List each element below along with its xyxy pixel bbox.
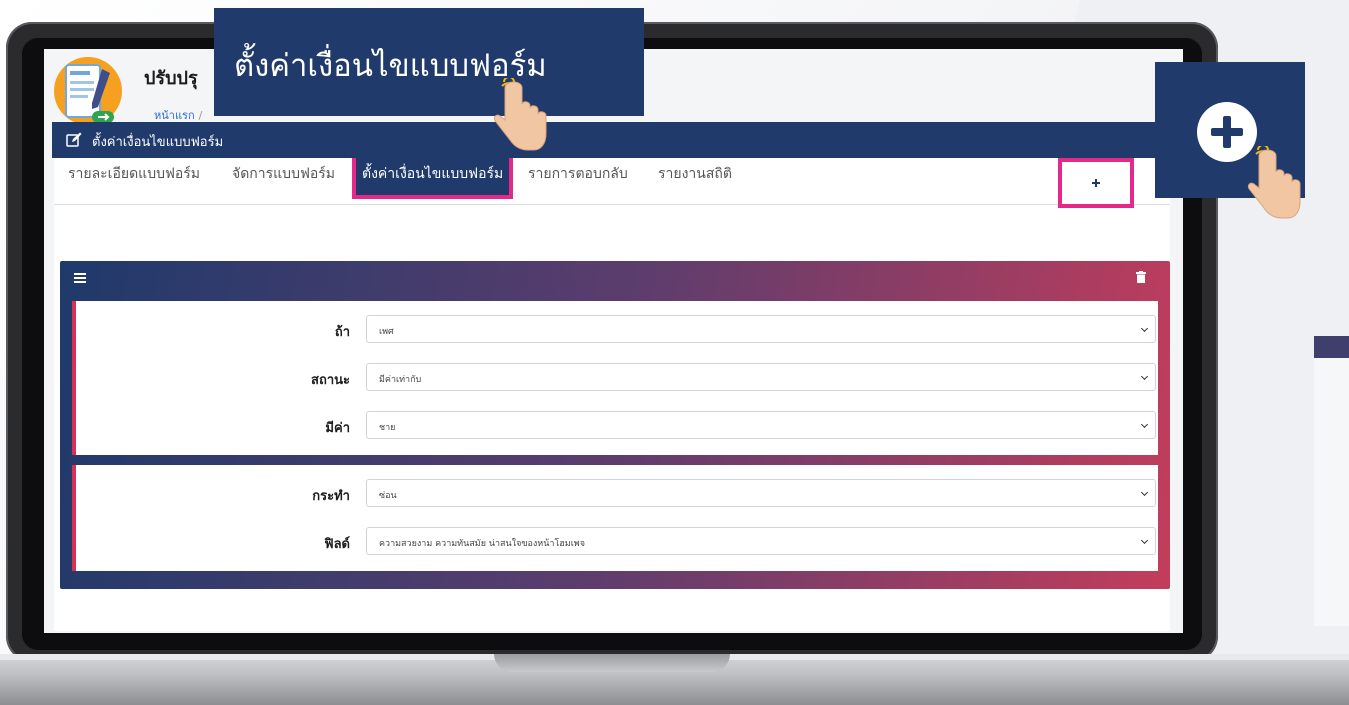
edit-icon (66, 132, 82, 147)
breadcrumb-separator: / (198, 109, 203, 122)
if-field-value: เพศ (379, 327, 394, 337)
laptop-notch (494, 654, 730, 672)
chevron-down-icon (1140, 420, 1149, 429)
field-label: ฟิลด์ (324, 537, 350, 552)
status-value: มีค่าเท่ากับ (379, 375, 422, 385)
value-select[interactable]: ชาย (366, 411, 1156, 439)
tab-responses[interactable]: รายการตอบกลับ (528, 163, 628, 185)
chevron-down-icon (1140, 488, 1149, 497)
background-window-bar (1314, 336, 1349, 358)
page-title: ปรับปรุ (144, 68, 198, 89)
breadcrumb-home-link[interactable]: หน้าแรก (154, 109, 195, 122)
section-title: ตั้งค่าเงื่อนไขแบบฟอร์ม (92, 135, 224, 150)
value-value: ชาย (379, 423, 396, 433)
target-field-select[interactable]: ความสวยงาม ความทันสมัย น่าสนใจของหน้าโฮม… (366, 527, 1156, 555)
conditions-header-bar: ตั้งค่าเงื่อนไขแบบฟอร์ม (52, 122, 1170, 158)
value-label: มีค่า (325, 421, 350, 436)
action-label: กระทำ (312, 489, 350, 504)
app-screen: ปรับปรุ หน้าแรก / รายละเอียดแบบฟอร์ม จัดก… (44, 49, 1183, 633)
chevron-down-icon (1140, 536, 1149, 545)
if-label: ถ้า (334, 325, 350, 340)
form-logo-icon (54, 57, 122, 125)
pointer-hand-icon (493, 78, 547, 151)
condition-panel: ถ้า เพศ สถานะ มีค่าเท่ากับ มีค่า ชาย กระ… (60, 261, 1170, 589)
hamburger-icon[interactable] (74, 273, 86, 283)
trash-icon[interactable] (1136, 271, 1146, 283)
callout-title-zoom: ตั้งค่าเงื่อนไขแบบฟอร์ม (214, 8, 644, 116)
tab-statistics[interactable]: รายงานสถิติ (658, 163, 732, 185)
if-condition-block: ถ้า เพศ สถานะ มีค่าเท่ากับ มีค่า ชาย (72, 301, 1158, 455)
pointer-hand-icon (1247, 146, 1301, 219)
chevron-down-icon (1140, 324, 1149, 333)
target-field-value: ความสวยงาม ความทันสมัย น่าสนใจของหน้าโฮม… (379, 539, 585, 549)
status-select[interactable]: มีค่าเท่ากับ (366, 363, 1156, 391)
tab-manage-form[interactable]: จัดการแบบฟอร์ม (232, 163, 335, 185)
plus-circle-icon (1089, 176, 1103, 190)
add-condition-button[interactable] (1058, 158, 1134, 208)
action-select[interactable]: ซ่อน (366, 479, 1156, 507)
background-window (1314, 336, 1349, 626)
status-label: สถานะ (311, 373, 350, 388)
action-block: กระทำ ซ่อน ฟิลด์ ความสวยงาม ความทันสมัย … (72, 465, 1158, 571)
tab-form-details[interactable]: รายละเอียดแบบฟอร์ม (68, 163, 200, 185)
chevron-down-icon (1140, 372, 1149, 381)
if-field-select[interactable]: เพศ (366, 315, 1156, 343)
action-value: ซ่อน (379, 491, 397, 501)
